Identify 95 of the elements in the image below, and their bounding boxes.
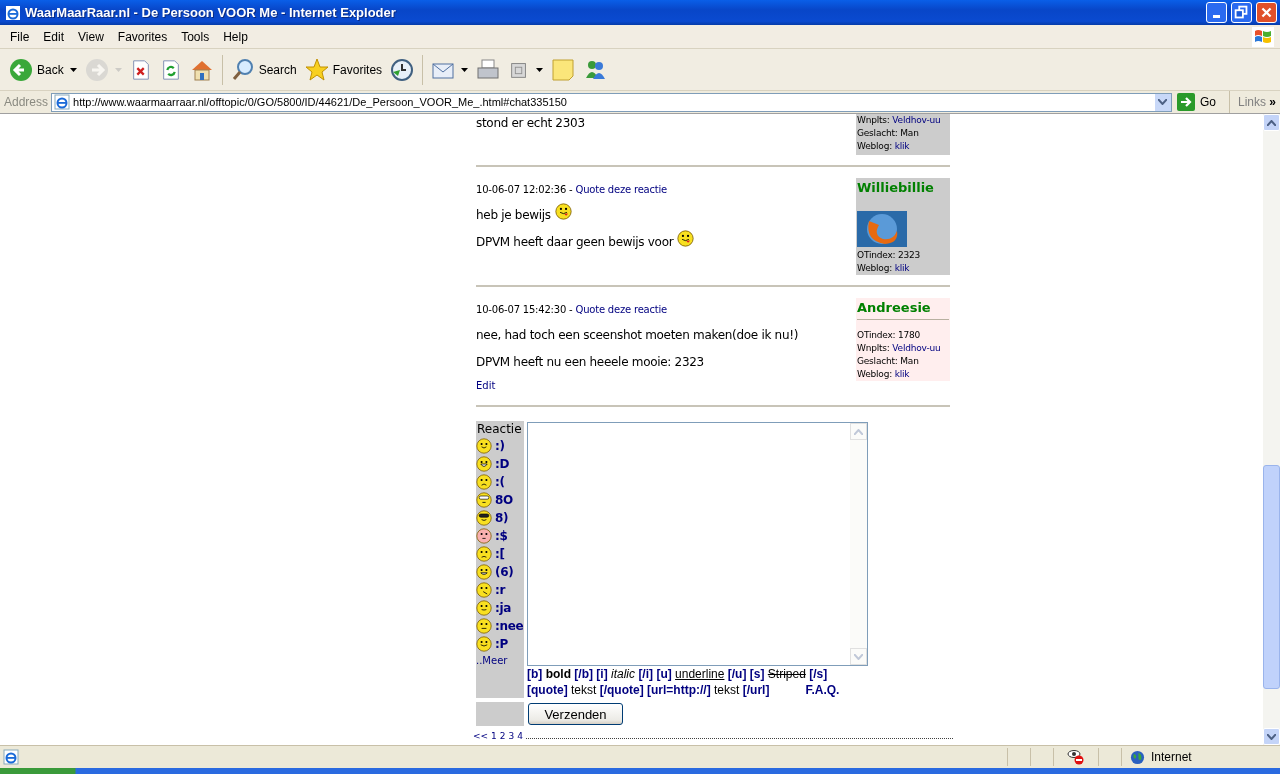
star-icon (304, 57, 329, 82)
tongue-smiley-icon (677, 229, 695, 247)
smiley-item[interactable]: (6) (476, 563, 524, 581)
avatar-image (857, 211, 907, 247)
caret-icon (114, 67, 122, 72)
profile-field: Weblog: klik (857, 368, 949, 381)
smiley-item[interactable]: 8) (476, 509, 524, 527)
profile-field: Weblog: klik (857, 140, 949, 153)
profile-field: OTindex: 1780 (857, 329, 949, 342)
menu-item[interactable]: Edit (36, 29, 72, 44)
favorites-button[interactable]: Favorites (301, 55, 386, 84)
quote-link[interactable]: Quote deze reactie (575, 304, 668, 315)
smiley-item[interactable]: 8O (476, 491, 524, 509)
formatting-help: [quote] tekst [/quote] [url=http://] tekst [/url] (527, 682, 770, 698)
smiley-item[interactable]: :D (476, 455, 524, 473)
minimize-button[interactable] (1206, 2, 1227, 23)
post-text: heb je bewijs (476, 208, 551, 222)
profile-field: Geslacht: Man (857, 127, 949, 140)
browser-logo-icon (5, 4, 21, 21)
profile-field: Geslacht: Man (857, 355, 949, 368)
label-cell-background (476, 702, 524, 726)
minimize-icon (1213, 15, 1220, 18)
profile-field: OTindex: 2323 (857, 249, 949, 262)
back-button[interactable]: Back (6, 55, 80, 84)
previous-page-link[interactable]: << (473, 731, 489, 741)
smiley-item[interactable]: :nee (476, 617, 524, 635)
printer-icon (476, 57, 501, 82)
page-link[interactable]: 1 (491, 731, 497, 741)
menu-item[interactable]: View (71, 29, 111, 44)
close-button[interactable] (1256, 2, 1277, 23)
smiley-item[interactable]: :$ (476, 527, 524, 545)
smiley-icon (476, 474, 492, 490)
smiley-item[interactable]: :( (476, 473, 524, 491)
smiley-icon (476, 510, 492, 526)
smiley-item[interactable]: :r (476, 581, 524, 599)
window-title: WaarMaarRaar.nl - De Persoon VOOR Me - Internet Exploder (25, 5, 396, 20)
smiley-item[interactable]: :P (476, 635, 524, 653)
post-text: DPVM heeft daar geen bewijs voor (476, 235, 674, 249)
smiley-icon (476, 492, 492, 508)
note-icon (551, 57, 576, 82)
post-date: 10-06-07 15:42:30 (476, 304, 567, 315)
menu-item[interactable]: File (3, 29, 37, 44)
separator-text: - (569, 304, 573, 315)
quote-link[interactable]: Quote deze reactie (575, 184, 668, 195)
caret-icon (536, 67, 544, 72)
smiley-icon (476, 564, 492, 580)
smiley-icon (476, 582, 492, 598)
smiley-icon (476, 456, 492, 472)
formatting-help: [b] bold [/b] [i] italic [/i] [u] underline [/u] [s] Striped [/s] (527, 666, 828, 682)
go-arrow-icon (1176, 93, 1195, 111)
blocked-popup-icon (1067, 749, 1085, 765)
smiley-icon (476, 636, 492, 652)
security-zone: Internet (1151, 750, 1192, 764)
post-text: stond er echt 2303 (476, 116, 585, 130)
menu-item[interactable]: Help (216, 29, 255, 44)
address-field[interactable]: http://www.waarmaarraar.nl/offtopic/0/GO/5800/ID/44621/De_Persoon_VOOR_Me_.html#chat335150 (51, 92, 1172, 112)
smiley-icon (476, 546, 492, 562)
windows-flag-icon (1252, 26, 1274, 47)
smiley-item[interactable]: :) (476, 437, 524, 455)
post-text: nee, had toch een sceenshot moeten maken(doe ik nu!) (476, 328, 799, 342)
smiley-icon (476, 438, 492, 454)
page-link[interactable]: 4 (517, 731, 524, 741)
more-smileys-link[interactable]: ..Meer (476, 655, 524, 666)
profile-field: Wnplts: Veldhov-uu (857, 114, 949, 127)
search-icon (230, 57, 255, 82)
page-link[interactable]: 3 (508, 731, 515, 741)
caret-icon (69, 67, 77, 72)
address-label: Address (4, 95, 49, 109)
submit-button[interactable]: Verzenden (528, 703, 623, 725)
menu-item[interactable]: Favorites (110, 29, 175, 44)
search-button[interactable]: Search (227, 55, 300, 84)
smiley-item[interactable]: :[ (476, 545, 524, 563)
profile-field: Weblog: klik (857, 262, 949, 275)
separator-text: - (569, 184, 573, 195)
post-date: 10-06-07 12:02:36 (476, 184, 567, 195)
globe-icon (1130, 749, 1145, 765)
smiley-icon (476, 600, 492, 616)
page-icon (3, 749, 19, 765)
history-clock-icon (390, 57, 415, 82)
restore-button[interactable] (1231, 2, 1252, 23)
go-button[interactable]: Go (1174, 93, 1226, 111)
page-icon (54, 94, 71, 110)
page-link[interactable]: 2 (499, 731, 506, 741)
post-text: DPVM heeft nu een heeele mooie: 2323 (476, 355, 704, 369)
reply-label: Reactie (476, 422, 523, 436)
smiley-icon (476, 528, 492, 544)
menu-item[interactable]: Tools (174, 29, 217, 44)
smiley-item[interactable]: :ja (476, 599, 524, 617)
edit-link[interactable]: Edit (476, 380, 496, 391)
username[interactable]: Andreesie (857, 299, 949, 317)
profile-field: Wnplts: Veldhov-uu (857, 342, 949, 355)
smiley-icon (476, 618, 492, 634)
tongue-smiley-icon (554, 202, 572, 220)
caret-icon (461, 67, 469, 72)
faq-link[interactable]: F.A.Q. (805, 682, 840, 698)
